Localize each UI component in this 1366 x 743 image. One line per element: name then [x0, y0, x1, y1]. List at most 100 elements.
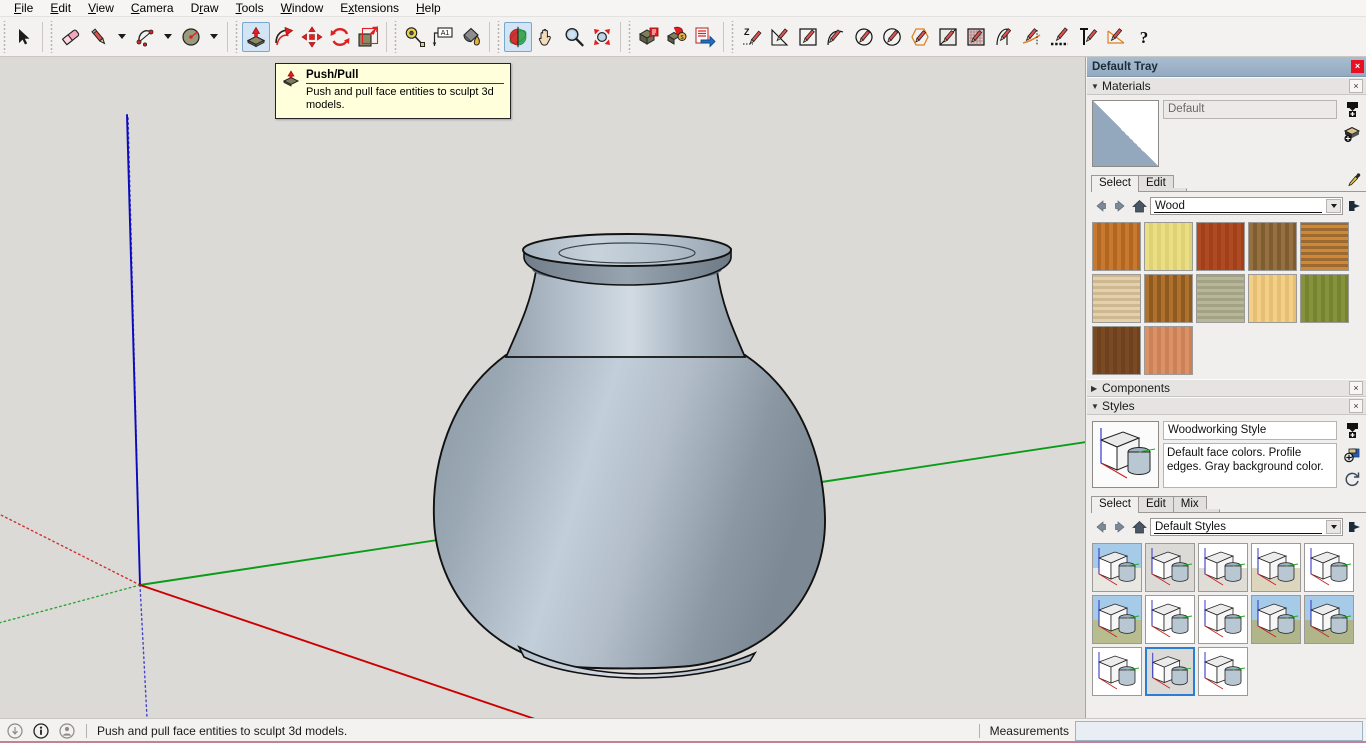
tool-t6-button[interactable]	[878, 22, 906, 52]
material-swatch[interactable]	[1144, 326, 1193, 375]
menu-item-tools[interactable]: Tools	[228, 0, 273, 17]
panel-header-materials[interactable]: ▼ Materials ×	[1087, 77, 1366, 95]
material-swatch[interactable]	[1144, 222, 1193, 271]
tool-eraser-button[interactable]	[57, 22, 85, 52]
tab-mix[interactable]: Mix	[1172, 496, 1207, 512]
material-preview-swatch[interactable]	[1092, 100, 1159, 167]
tool-offset-button[interactable]	[354, 22, 382, 52]
panel-header-styles[interactable]: ▼ Styles ×	[1087, 397, 1366, 415]
material-swatch[interactable]	[1248, 222, 1297, 271]
forward-button[interactable]	[1112, 198, 1128, 214]
material-swatch[interactable]	[1144, 274, 1193, 323]
tool-help-button[interactable]: ?	[1130, 22, 1158, 52]
style-thumbnail[interactable]	[1198, 595, 1248, 644]
tool-followme-button[interactable]	[270, 22, 298, 52]
create-style-button[interactable]	[1343, 421, 1362, 440]
tool-text-button[interactable]: A1	[429, 22, 457, 52]
update-style-button[interactable]	[1343, 469, 1362, 488]
model-viewport[interactable]	[0, 57, 1086, 718]
style-thumbnail[interactable]	[1092, 595, 1142, 644]
menu-item-file[interactable]: File	[6, 0, 42, 17]
tool-select-button[interactable]	[10, 22, 38, 52]
tool-t12-button[interactable]	[1046, 22, 1074, 52]
home-button[interactable]	[1131, 198, 1147, 214]
tool-circle-button[interactable]	[177, 22, 205, 52]
tool-line-dropdown[interactable]	[113, 22, 131, 52]
tool-extwarehouse-button[interactable]: $	[663, 22, 691, 52]
menu-item-window[interactable]: Window	[273, 0, 333, 17]
tool-move-button[interactable]	[298, 22, 326, 52]
hint-arrow-icon[interactable]	[4, 720, 26, 742]
tool-orbit-button[interactable]	[504, 21, 532, 52]
library-dropdown-styles[interactable]: Default Styles	[1150, 518, 1343, 536]
toolbar-grip-modification[interactable]	[233, 20, 240, 53]
tool-arc-dropdown[interactable]	[159, 22, 177, 52]
back-button[interactable]	[1093, 519, 1109, 535]
menu-item-view[interactable]: View	[80, 0, 123, 17]
material-swatch[interactable]	[1300, 222, 1349, 271]
tool-paint-button[interactable]	[457, 22, 485, 52]
style-name-field[interactable]: Woodworking Style	[1163, 421, 1337, 440]
measurements-input[interactable]	[1075, 721, 1363, 741]
tab-edit[interactable]: Edit	[1137, 175, 1174, 191]
menu-item-extensions[interactable]: Extensions	[332, 0, 408, 17]
style-thumbnail[interactable]	[1145, 647, 1195, 696]
toolbar-grip-camera[interactable]	[495, 20, 502, 53]
toolbar-grip-warehouse[interactable]	[626, 20, 633, 53]
details-button[interactable]	[1343, 124, 1362, 143]
material-swatch[interactable]	[1196, 222, 1245, 271]
tray-close-button[interactable]: ×	[1351, 60, 1364, 73]
tool-share-button[interactable]	[691, 22, 719, 52]
home-button[interactable]	[1131, 519, 1147, 535]
tool-pan-button[interactable]	[532, 22, 560, 52]
material-swatch[interactable]	[1092, 274, 1141, 323]
chevron-down-icon[interactable]	[1326, 199, 1341, 213]
tool-t8-button[interactable]	[934, 22, 962, 52]
panel-close-components[interactable]: ×	[1349, 381, 1363, 395]
style-thumbnail[interactable]	[1198, 543, 1248, 592]
tool-t2-button[interactable]	[766, 22, 794, 52]
back-button[interactable]	[1093, 198, 1109, 214]
style-thumbnail[interactable]	[1092, 543, 1142, 592]
forward-button[interactable]	[1112, 519, 1128, 535]
info-icon[interactable]	[30, 720, 52, 742]
tab-select[interactable]: Select	[1091, 496, 1139, 513]
add-style-button[interactable]	[1343, 445, 1362, 464]
tool-line-button[interactable]	[85, 22, 113, 52]
style-preview-thumbnail[interactable]	[1092, 421, 1159, 488]
tool-t11-button[interactable]	[1018, 22, 1046, 52]
chevron-right-icon[interactable]: ▶	[1091, 384, 1102, 393]
tool-t10-button[interactable]	[990, 22, 1018, 52]
tool-t4-button[interactable]	[822, 22, 850, 52]
material-swatch[interactable]	[1092, 326, 1141, 375]
tool-t1-button[interactable]: Z	[738, 22, 766, 52]
toolbar-grip-sandbox[interactable]	[729, 20, 736, 53]
tab-select[interactable]: Select	[1091, 175, 1139, 192]
tool-circle-dropdown[interactable]	[205, 22, 223, 52]
create-material-button[interactable]	[1343, 100, 1362, 119]
menu-item-help[interactable]: Help	[408, 0, 450, 17]
menu-item-draw[interactable]: Draw	[183, 0, 228, 17]
style-thumbnail[interactable]	[1304, 595, 1354, 644]
tool-t14-button[interactable]	[1102, 22, 1130, 52]
toolbar-grip-principal[interactable]	[1, 20, 8, 53]
style-thumbnail[interactable]	[1304, 543, 1354, 592]
tool-getmodels-button[interactable]	[635, 22, 663, 52]
tool-zoom-button[interactable]	[560, 22, 588, 52]
style-thumbnail[interactable]	[1145, 595, 1195, 644]
style-thumbnail[interactable]	[1251, 543, 1301, 592]
material-swatch[interactable]	[1092, 222, 1141, 271]
material-swatch[interactable]	[1300, 274, 1349, 323]
tool-t9-button[interactable]	[962, 22, 990, 52]
tool-zoomextents-button[interactable]	[588, 22, 616, 52]
panel-close-materials[interactable]: ×	[1349, 79, 1363, 93]
tool-pushpull-button[interactable]	[242, 21, 270, 52]
tool-arc-button[interactable]	[131, 22, 159, 52]
style-thumbnail[interactable]	[1198, 647, 1248, 696]
style-thumbnail[interactable]	[1092, 647, 1142, 696]
style-thumbnail[interactable]	[1145, 543, 1195, 592]
tool-t3-button[interactable]	[794, 22, 822, 52]
eyedropper-icon[interactable]	[1346, 172, 1362, 191]
tool-tape-button[interactable]	[401, 22, 429, 52]
style-thumbnail[interactable]	[1251, 595, 1301, 644]
